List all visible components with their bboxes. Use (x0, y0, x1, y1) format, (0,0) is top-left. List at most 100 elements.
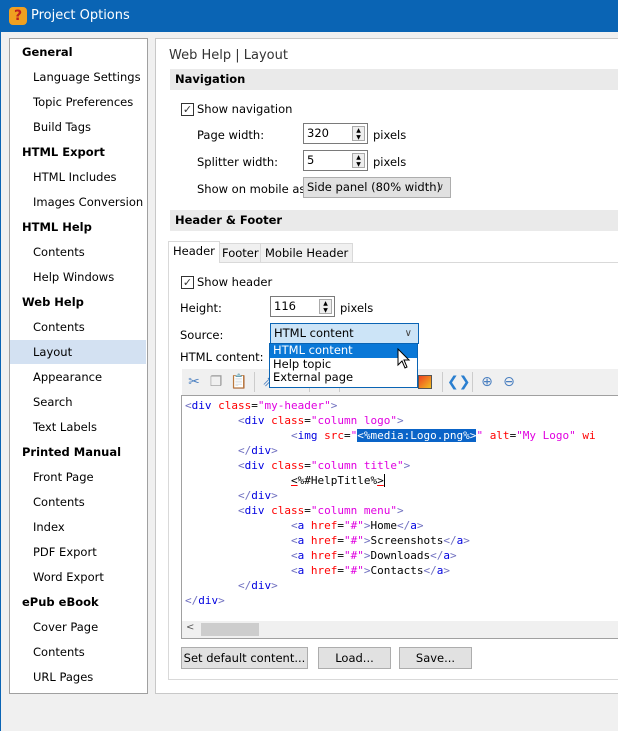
sidebar-item[interactable]: Index (10, 515, 146, 539)
splitter-width-value: 5 (307, 153, 315, 167)
code-content[interactable]: <div class="my-header"> <div class="colu… (185, 398, 596, 608)
sidebar-item[interactable]: Cover Page (10, 615, 146, 639)
code-token: < (290, 534, 298, 547)
sidebar-item[interactable]: Topic Preferences (10, 90, 146, 114)
sidebar-item[interactable]: Search (10, 390, 146, 414)
code-token: wi (582, 429, 596, 442)
horizontal-scrollbar[interactable]: < (182, 621, 618, 638)
spin-arrows-icon[interactable]: ▲ ▼ (352, 153, 365, 168)
sidebar-item[interactable]: HTML Includes (10, 165, 146, 189)
code-token: </ (237, 444, 252, 457)
code-token: alt (489, 429, 510, 442)
code-token: "column menu" (310, 504, 397, 517)
code-token: div (198, 594, 219, 607)
sidebar-group-label: Printed Manual (22, 445, 122, 459)
mobile-mode-select[interactable]: Side panel (80% width) ∨ (303, 177, 451, 198)
html-code-editor[interactable]: <div class="my-header"> <div class="colu… (181, 395, 618, 639)
code-token: = (337, 564, 344, 577)
show-header-label: Show header (197, 275, 273, 289)
sidebar-item[interactable]: Build Tags (10, 115, 146, 139)
show-navigation-checkbox[interactable]: ✓ (181, 103, 194, 116)
divider (168, 679, 618, 680)
sidebar-item[interactable]: PDF Export (10, 540, 146, 564)
sidebar-item[interactable]: Appearance (10, 365, 146, 389)
sidebar-item[interactable]: Contents (10, 640, 146, 664)
code-token: </ (185, 594, 199, 607)
color-fill-icon[interactable] (418, 375, 432, 389)
sidebar-group-label: HTML Help (22, 220, 92, 234)
sidebar-group-label: General (22, 45, 73, 59)
breadcrumb: Web Help | Layout (169, 48, 288, 63)
sidebar-group-label: ePub eBook (22, 595, 99, 609)
save-button[interactable]: Save... (399, 647, 472, 669)
code-token: > (271, 444, 278, 457)
code-token: > (218, 594, 225, 607)
set-default-content-button[interactable]: Set default content... (181, 647, 308, 669)
sidebar-item[interactable]: Front Page (10, 465, 146, 489)
paste-icon[interactable]: 📋 (230, 373, 248, 391)
code-token: </ (423, 564, 437, 577)
zoom-in-icon[interactable]: ⊕ (478, 373, 496, 391)
copy-icon[interactable]: ❐ (207, 373, 225, 391)
code-token: < (290, 519, 298, 532)
code-token: href (310, 549, 338, 562)
load-button[interactable]: Load... (318, 647, 391, 669)
sidebar-item[interactable]: URL Pages (10, 665, 146, 689)
separator (254, 372, 255, 392)
sidebar-item[interactable]: Contents (10, 240, 146, 264)
code-line: </div> (185, 443, 596, 458)
code-token: div (244, 414, 265, 427)
spin-arrows-icon[interactable]: ▲ ▼ (352, 126, 365, 141)
cut-icon[interactable]: ✂ (185, 373, 203, 391)
format-code-icon[interactable]: ❮❯ (447, 373, 470, 391)
code-token: = (337, 519, 344, 532)
text-caret (383, 474, 385, 487)
html-content-label: HTML content: (180, 350, 264, 364)
code-token: </ (396, 519, 411, 532)
code-token: "column title" (310, 459, 404, 472)
code-token: a (410, 519, 417, 532)
sidebar-item[interactable]: Text Labels (10, 415, 146, 439)
sidebar-item[interactable]: Language Settings (10, 65, 146, 89)
code-token: > (463, 534, 470, 547)
sidebar-item[interactable]: Layout (10, 340, 146, 364)
option-external-page[interactable]: External page (270, 371, 417, 385)
separator (442, 372, 443, 392)
sidebar-item[interactable]: Images Conversion (10, 190, 146, 214)
page-width-stepper[interactable]: 320 ▲ ▼ (303, 123, 368, 144)
chevron-down-icon: ∨ (404, 328, 412, 339)
sidebar-group-label: HTML Export (22, 145, 105, 159)
show-header-checkbox[interactable]: ✓ (181, 276, 194, 289)
code-token: < (237, 459, 245, 472)
tab-header[interactable]: Header (168, 241, 220, 263)
option-html-content[interactable]: HTML content (270, 344, 417, 358)
code-token: href (310, 564, 338, 577)
code-token: = (337, 534, 344, 547)
spin-arrows-icon[interactable]: ▲ ▼ (319, 299, 332, 314)
code-line: <div class="my-header"> (185, 398, 596, 413)
scrollbar-thumb[interactable] (201, 623, 259, 636)
zoom-out-icon[interactable]: ⊖ (500, 373, 518, 391)
tab-mobile-header[interactable]: Mobile Header (260, 243, 354, 263)
sidebar-item[interactable]: Contents (10, 490, 146, 514)
source-select[interactable]: HTML content ∨ (270, 323, 419, 344)
mobile-label: Show on mobile as: (197, 182, 310, 196)
tab-footer[interactable]: Footer (217, 243, 264, 263)
height-stepper[interactable]: 116 ▲ ▼ (270, 296, 335, 317)
sidebar-item[interactable]: Contents (10, 315, 146, 339)
sidebar-item[interactable]: Help Windows (10, 265, 146, 289)
code-line: <a href="#">Home</a> (185, 518, 596, 533)
sidebar-item[interactable]: Word Export (10, 565, 146, 589)
code-token: > (403, 459, 411, 472)
code-line: <a href="#">Screenshots</a> (185, 533, 596, 548)
chevron-left-icon[interactable]: < (186, 622, 194, 633)
option-help-topic[interactable]: Help topic (270, 357, 417, 372)
splitter-width-stepper[interactable]: 5 ▲ ▼ (303, 150, 368, 171)
code-token: > (377, 474, 384, 487)
